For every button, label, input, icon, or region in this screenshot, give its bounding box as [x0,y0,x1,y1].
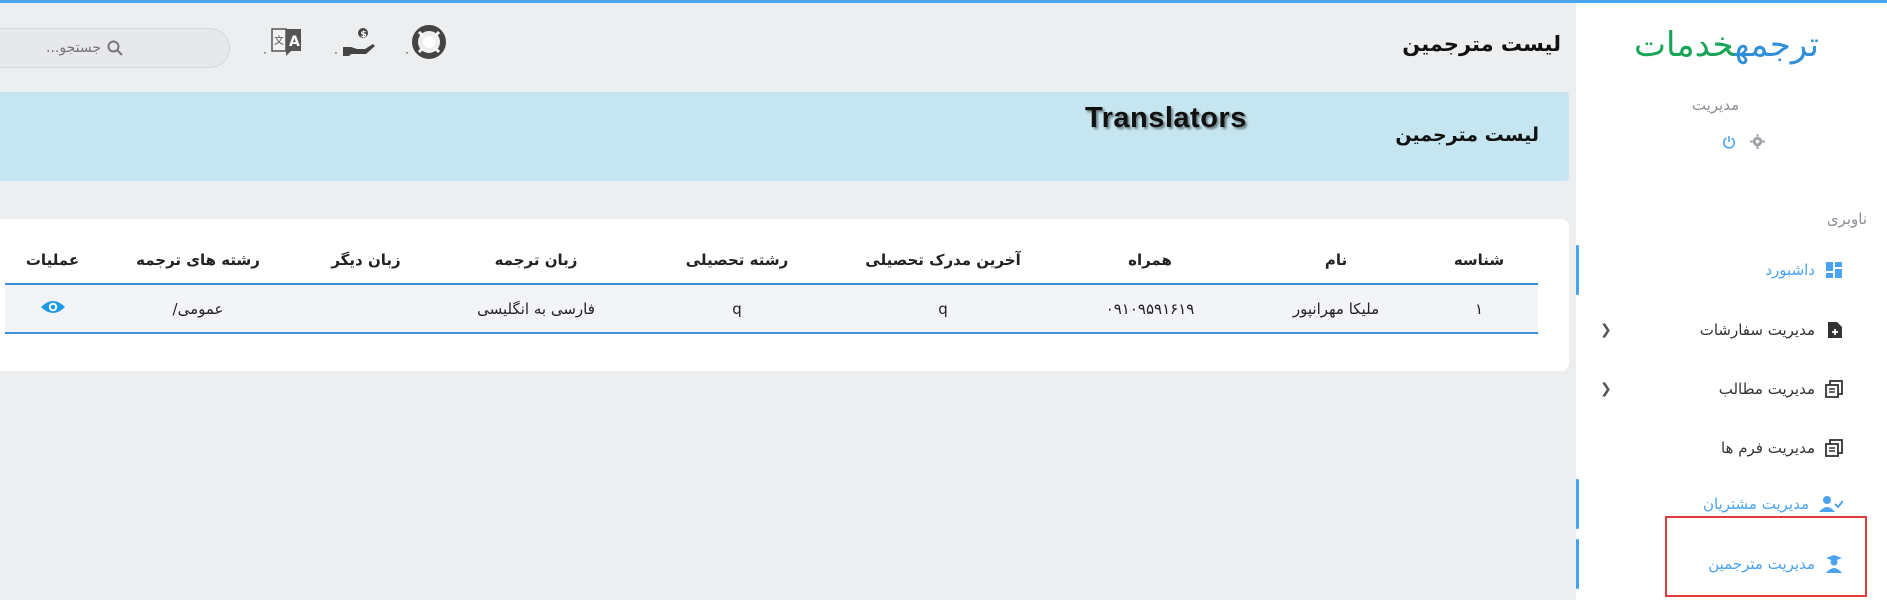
highlight-box [1665,516,1867,597]
sidebar-item-label: داشبورد [1765,261,1815,279]
search-input[interactable] [0,40,101,56]
user-check-icon [1819,495,1843,513]
svg-text:A: A [289,34,300,50]
search-box[interactable] [0,28,230,68]
cell-translation-language: فارسی به انگلیسی [436,284,636,334]
lifebuoy-icon [411,25,446,63]
translators-table-card: شناسه نام همراه آخرین مدرک تحصیلی رشته ت… [0,219,1569,371]
gear-icon[interactable] [1750,134,1765,149]
sidebar-item-label: مدیریت مطالب [1718,380,1815,398]
support-button[interactable]: ۰ [404,25,446,63]
active-indicator [1576,539,1579,589]
language-button[interactable]: ۰ A文 [262,25,304,63]
chevron-left-icon: ❮ [1600,322,1612,338]
cell-translation-fields: عمومی/ [100,284,296,334]
notification-count: ۰ [262,46,268,59]
sidebar-item-label: مدیریت فرم ها [1720,439,1815,457]
sidebar-item-forms[interactable]: مدیریت فرم ها [1576,423,1887,473]
document-add-icon [1825,321,1843,339]
banner-title: لیست مترجمین [1395,124,1539,146]
search-icon [107,40,123,56]
page-title: لیست مترجمین [1402,32,1561,56]
sidebar-item-label: مدیریت سفارشات [1699,321,1815,339]
user-role: مدیریت [1691,96,1740,114]
table-row[interactable]: ۱ ملیکا مهرانپور ۰۹۱۰۹۵۹۱۶۱۹ q q فارسی ب… [5,284,1538,334]
column-header: نام [1252,236,1420,285]
finance-button[interactable]: ۰ $ [333,25,377,63]
hand-coin-icon: $ [341,25,377,63]
cell-field: q [636,284,838,334]
sidebar-item-orders[interactable]: مدیریت سفارشات ❮ [1576,305,1887,355]
stacked-docs-icon [1825,380,1843,398]
table-header-row: شناسه نام همراه آخرین مدرک تحصیلی رشته ت… [5,236,1538,285]
chevron-left-icon: ❮ [1600,381,1612,397]
app-logo[interactable]: ترجمهخدمات [1634,25,1820,65]
cell-phone: ۰۹۱۰۹۵۹۱۶۱۹ [1048,284,1252,334]
translate-icon: A文 [270,25,304,63]
nav-heading: ناوبری [1826,210,1867,228]
active-indicator [1576,479,1579,529]
column-header: رشته های ترجمه [100,236,296,285]
stacked-docs-icon [1825,439,1843,457]
banner-english-overlay: Translators [1085,102,1247,134]
column-header: شناسه [1420,236,1538,285]
power-icon[interactable] [1722,135,1736,149]
sidebar: ترجمهخدمات مدیریت ناوبری داشبورد مدیریت … [1576,3,1887,600]
column-header: زبان دیگر [296,236,436,285]
logo-text-part2: ترجمه [1734,25,1820,65]
cell-operations [5,284,100,334]
view-eye-icon[interactable] [40,299,66,315]
sidebar-item-label: مدیریت مشتریان [1702,495,1809,513]
page-banner: لیست مترجمین Translators [0,92,1569,181]
svg-text:文: 文 [274,34,284,47]
cell-degree: q [838,284,1048,334]
cell-name: ملیکا مهرانپور [1252,284,1420,334]
user-actions [1722,134,1765,149]
cell-other-language [296,284,436,334]
logo-text-part1: خدمات [1634,25,1735,65]
active-indicator [1576,245,1579,295]
translators-table: شناسه نام همراه آخرین مدرک تحصیلی رشته ت… [5,236,1538,334]
dashboard-icon [1825,261,1843,279]
notification-count: ۰ [333,46,339,59]
svg-text:$: $ [360,30,366,40]
column-header: آخرین مدرک تحصیلی [838,236,1048,285]
column-header: زبان ترجمه [436,236,636,285]
column-header: همراه [1048,236,1252,285]
notification-count: ۰ [404,46,410,59]
column-header: عملیات [5,236,100,285]
cell-id: ۱ [1420,284,1538,334]
column-header: رشته تحصیلی [636,236,838,285]
sidebar-item-dashboard[interactable]: داشبورد [1576,245,1887,295]
sidebar-item-content[interactable]: مدیریت مطالب ❮ [1576,364,1887,414]
